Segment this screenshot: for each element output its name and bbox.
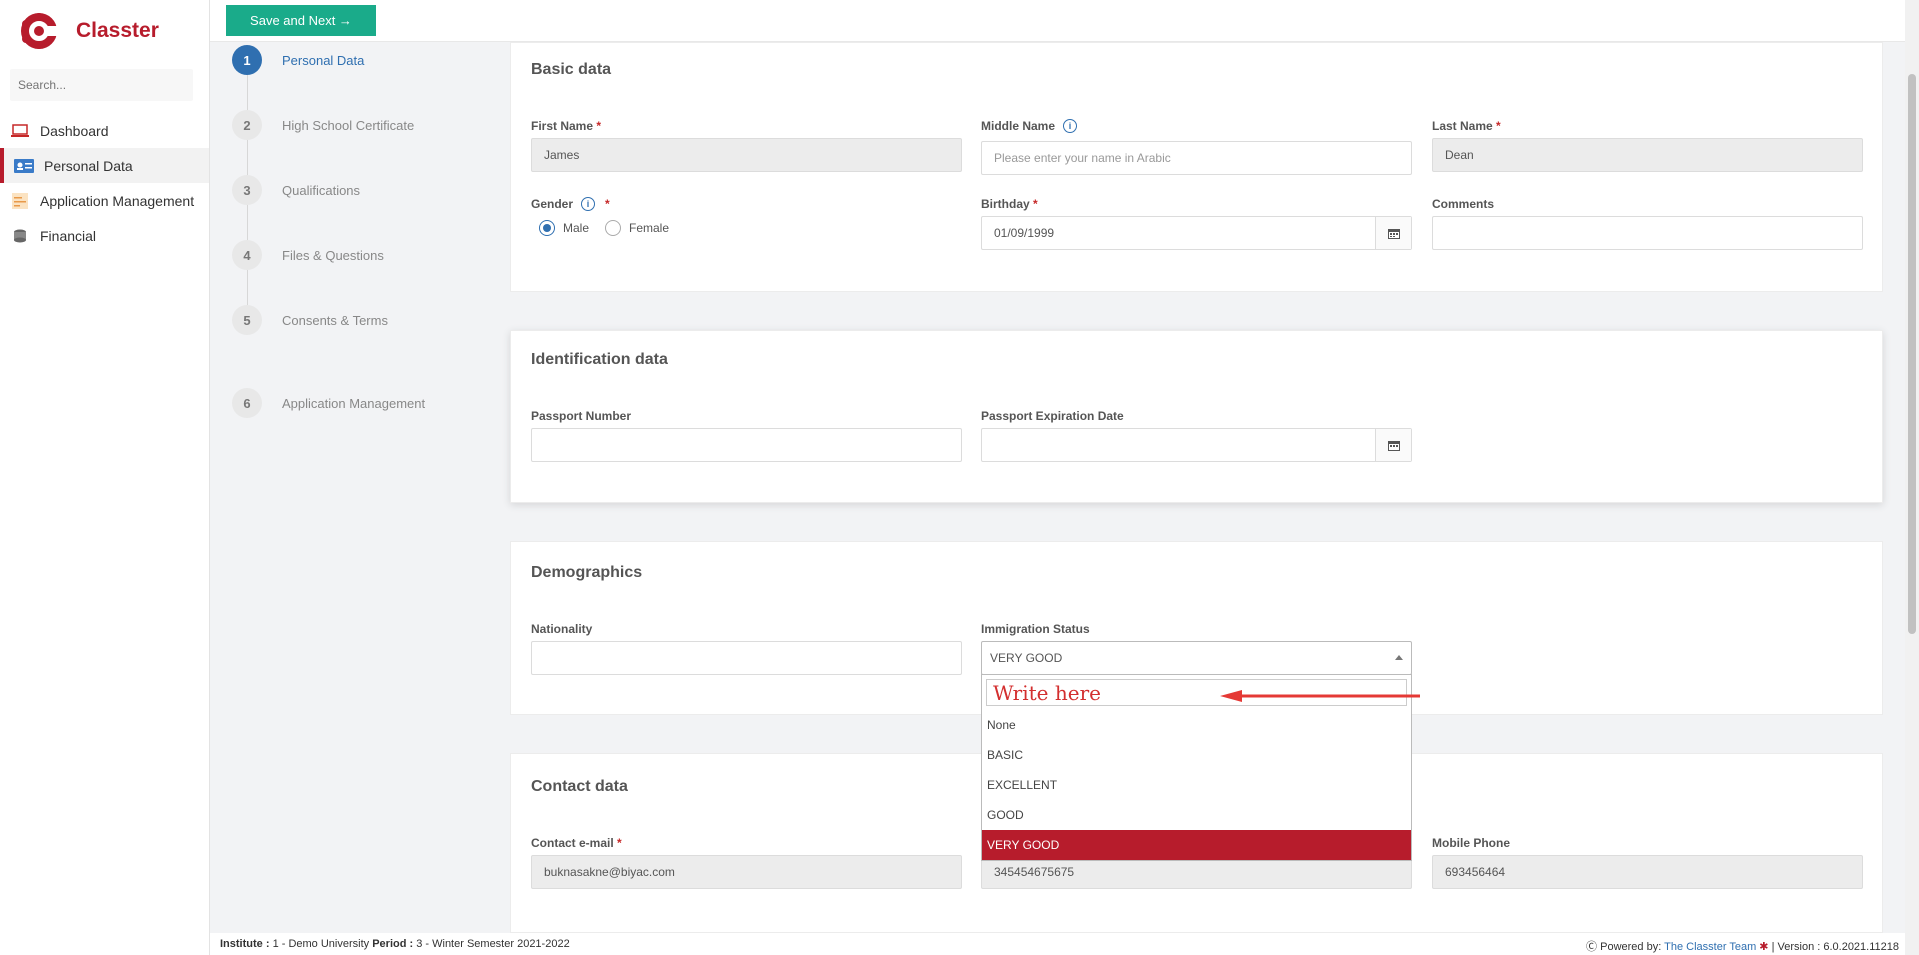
sidebar-item-label: Personal Data — [44, 157, 133, 174]
step-connector — [247, 140, 248, 175]
sidebar-item-label: Financial — [40, 227, 97, 244]
last-name-label: Last Name * — [1432, 119, 1501, 133]
step-label: Consents & Terms — [282, 312, 388, 328]
step-high-school-certificate[interactable]: 2 High School Certificate — [232, 110, 414, 140]
passport-expiration-field[interactable] — [981, 428, 1412, 462]
comments-label: Comments — [1432, 197, 1495, 211]
step-files-questions[interactable]: 4 Files & Questions — [232, 240, 384, 270]
immigration-status-value: VERY GOOD — [990, 651, 1063, 665]
radio-dot — [605, 220, 621, 236]
birthday-value: 01/09/1999 — [994, 226, 1055, 240]
brand-name: Classter — [76, 19, 159, 42]
sidebar-item-label: Application Management — [40, 192, 195, 209]
classter-small-logo-icon: ✱ — [1759, 941, 1769, 953]
step-number: 5 — [232, 305, 262, 335]
mobile-phone-field[interactable]: 693456464 — [1432, 855, 1863, 889]
gender-male-radio[interactable]: Male — [539, 220, 589, 236]
immigration-status-label: Immigration Status — [981, 622, 1090, 636]
scrollbar-thumb[interactable] — [1908, 74, 1916, 634]
coins-icon — [10, 228, 30, 244]
passport-number-label: Passport Number — [531, 409, 632, 423]
basic-data-card: Basic data First Name * James Middle Nam… — [510, 42, 1883, 292]
birthday-label: Birthday * — [981, 197, 1038, 211]
calendar-icon[interactable] — [1375, 217, 1411, 249]
brand[interactable]: Classter — [0, 0, 209, 62]
dropdown-option[interactable]: EXCELLENT — [982, 770, 1411, 800]
laptop-icon — [10, 123, 30, 139]
section-title: Contact data — [531, 778, 628, 795]
id-card-icon — [14, 158, 34, 174]
page-scrollbar[interactable] — [1905, 0, 1919, 955]
first-name-field[interactable]: James — [531, 138, 962, 172]
step-personal-data[interactable]: 1 Personal Data — [232, 45, 364, 75]
dropdown-option[interactable]: BASIC — [982, 740, 1411, 770]
last-name-field[interactable]: Dean — [1432, 138, 1863, 172]
step-connector — [247, 205, 248, 240]
section-title: Identification data — [531, 351, 668, 368]
classter-logo-icon — [20, 12, 58, 50]
immigration-status-dropdown: Write here None BASIC EXCELLENT GOOD VER… — [981, 674, 1412, 861]
annotation-arrow-icon — [1220, 690, 1420, 702]
middle-name-field[interactable]: Please enter your name in Arabic — [981, 141, 1412, 175]
top-bar: Save and Next → — [210, 0, 1919, 42]
identification-data-card: Identification data Passport Number Pass… — [510, 330, 1883, 503]
first-name-label: First Name * — [531, 119, 602, 133]
gender-female-radio[interactable]: Female — [605, 220, 669, 236]
step-number: 6 — [232, 388, 262, 418]
gender-label: Gender i * — [531, 197, 610, 211]
step-number: 4 — [232, 240, 262, 270]
calendar-icon[interactable] — [1375, 429, 1411, 461]
step-label: Application Management — [282, 395, 426, 411]
passport-expiration-label: Passport Expiration Date — [981, 409, 1124, 423]
step-number: 1 — [232, 45, 262, 75]
sidebar-item-application-management[interactable]: Application Management — [0, 183, 209, 218]
dropdown-option[interactable]: GOOD — [982, 800, 1411, 830]
contact-email-label: Contact e-mail * — [531, 836, 622, 850]
step-label: High School Certificate — [282, 117, 415, 133]
sidebar-item-financial[interactable]: Financial — [0, 218, 209, 253]
footer-institute: Institute : 1 - Demo University Period :… — [220, 938, 570, 950]
footer: Institute : 1 - Demo University Period :… — [210, 933, 1919, 955]
sidebar-item-label: Dashboard — [40, 122, 109, 139]
section-title: Demographics — [531, 564, 643, 581]
contact-email-field[interactable]: buknasakne@biyac.com — [531, 855, 962, 889]
sidebar-item-personal-data[interactable]: Personal Data — [0, 148, 209, 183]
step-number: 2 — [232, 110, 262, 140]
dropdown-option[interactable]: None — [982, 710, 1411, 740]
nationality-label: Nationality — [531, 622, 593, 636]
step-number: 3 — [232, 175, 262, 205]
step-connector — [247, 75, 248, 110]
step-connector — [247, 270, 248, 305]
comments-field[interactable] — [1432, 216, 1863, 250]
copyright-icon: Ⓒ — [1586, 941, 1598, 953]
step-consents-terms[interactable]: 5 Consents & Terms — [232, 305, 388, 335]
info-icon[interactable]: i — [1063, 119, 1078, 133]
nationality-field[interactable] — [531, 641, 962, 675]
step-label: Qualifications — [282, 182, 361, 198]
immigration-status-select[interactable]: VERY GOOD — [981, 641, 1412, 675]
search-input[interactable] — [10, 69, 193, 101]
dropdown-option-selected[interactable]: VERY GOOD — [982, 830, 1411, 860]
step-label: Files & Questions — [282, 247, 384, 263]
middle-name-label: Middle Name i — [981, 119, 1078, 133]
mobile-phone-label: Mobile Phone — [1432, 836, 1510, 850]
save-and-next-button[interactable]: Save and Next → — [226, 5, 376, 36]
step-qualifications[interactable]: 3 Qualifications — [232, 175, 360, 205]
section-title: Basic data — [531, 61, 612, 78]
passport-number-field[interactable] — [531, 428, 962, 462]
caret-up-icon — [1395, 655, 1403, 660]
sidebar: Classter Dashboard Personal Data Applica… — [0, 0, 210, 955]
birthday-field[interactable]: 01/09/1999 — [981, 216, 1412, 250]
info-icon[interactable]: i — [581, 197, 596, 211]
document-icon — [10, 192, 30, 209]
radio-dot — [539, 220, 555, 236]
footer-powered: Ⓒ Powered by: The Classter Team ✱ | Vers… — [1586, 941, 1899, 953]
sidebar-item-dashboard[interactable]: Dashboard — [0, 113, 209, 148]
step-application-management[interactable]: 6 Application Management — [232, 388, 425, 418]
step-label: Personal Data — [282, 52, 365, 68]
classter-team-link[interactable]: The Classter Team — [1664, 941, 1756, 953]
